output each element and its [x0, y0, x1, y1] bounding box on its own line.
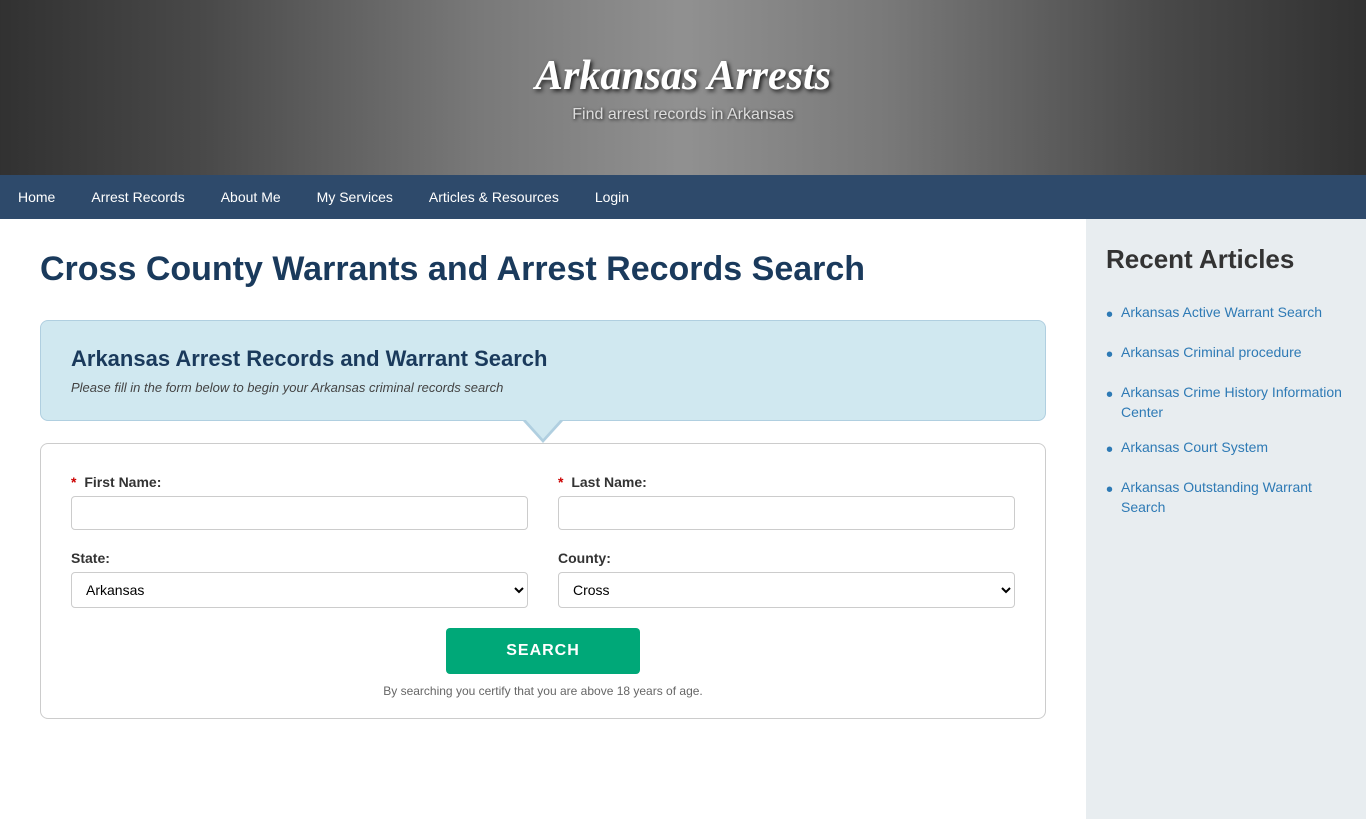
first-name-group: * First Name:: [71, 474, 528, 530]
form-card: Arkansas Arrest Records and Warrant Sear…: [40, 320, 1046, 421]
list-item: • Arkansas Outstanding Warrant Search: [1106, 478, 1346, 517]
list-item: • Arkansas Criminal procedure: [1106, 343, 1346, 367]
list-item: • Arkansas Active Warrant Search: [1106, 303, 1346, 327]
page-wrapper: Cross County Warrants and Arrest Records…: [0, 219, 1366, 819]
sidebar-articles-list: • Arkansas Active Warrant Search • Arkan…: [1106, 303, 1346, 517]
last-name-input[interactable]: [558, 496, 1015, 530]
first-name-input[interactable]: [71, 496, 528, 530]
form-card-subtitle: Please fill in the form below to begin y…: [71, 380, 1015, 395]
sidebar-link-1[interactable]: Arkansas Active Warrant Search: [1121, 303, 1322, 323]
nav-articles-resources[interactable]: Articles & Resources: [411, 175, 577, 219]
last-name-group: * Last Name:: [558, 474, 1015, 530]
sidebar-link-3[interactable]: Arkansas Crime History Information Cente…: [1121, 383, 1346, 422]
name-row: * First Name: * Last Name:: [71, 474, 1015, 530]
nav-login[interactable]: Login: [577, 175, 647, 219]
sidebar-link-4[interactable]: Arkansas Court System: [1121, 438, 1268, 458]
county-label: County:: [558, 550, 1015, 566]
form-card-title: Arkansas Arrest Records and Warrant Sear…: [71, 346, 1015, 372]
bullet-icon: •: [1106, 343, 1113, 367]
site-header: Arkansas Arrests Find arrest records in …: [0, 0, 1366, 175]
last-name-label: * Last Name:: [558, 474, 1015, 490]
state-label: State:: [71, 550, 528, 566]
nav-arrest-records[interactable]: Arrest Records: [73, 175, 202, 219]
main-nav: Home Arrest Records About Me My Services…: [0, 175, 1366, 219]
main-content: Cross County Warrants and Arrest Records…: [0, 219, 1086, 819]
sidebar-link-5[interactable]: Arkansas Outstanding Warrant Search: [1121, 478, 1346, 517]
header-content: Arkansas Arrests Find arrest records in …: [535, 52, 831, 124]
arrow-container: [40, 421, 1046, 443]
page-heading: Cross County Warrants and Arrest Records…: [40, 249, 1046, 290]
bullet-icon: •: [1106, 303, 1113, 327]
bullet-icon: •: [1106, 478, 1113, 502]
search-button[interactable]: SEARCH: [446, 628, 640, 674]
required-star-last: *: [558, 474, 563, 490]
list-item: • Arkansas Court System: [1106, 438, 1346, 462]
location-row: State: Arkansas County: Cross: [71, 550, 1015, 608]
search-form: * First Name: * Last Name: State:: [40, 443, 1046, 719]
sidebar-link-2[interactable]: Arkansas Criminal procedure: [1121, 343, 1302, 363]
state-select[interactable]: Arkansas: [71, 572, 528, 608]
arrow-down-icon: [523, 421, 563, 443]
nav-home[interactable]: Home: [0, 175, 73, 219]
bullet-icon: •: [1106, 383, 1113, 407]
required-star-first: *: [71, 474, 76, 490]
first-name-label: * First Name:: [71, 474, 528, 490]
nav-about-me[interactable]: About Me: [203, 175, 299, 219]
sidebar-title: Recent Articles: [1106, 244, 1346, 283]
form-note: By searching you certify that you are ab…: [71, 684, 1015, 698]
site-subtitle: Find arrest records in Arkansas: [535, 106, 831, 124]
nav-my-services[interactable]: My Services: [299, 175, 411, 219]
list-item: • Arkansas Crime History Information Cen…: [1106, 383, 1346, 422]
sidebar: Recent Articles • Arkansas Active Warran…: [1086, 219, 1366, 819]
state-group: State: Arkansas: [71, 550, 528, 608]
county-select[interactable]: Cross: [558, 572, 1015, 608]
site-title: Arkansas Arrests: [535, 52, 831, 100]
county-group: County: Cross: [558, 550, 1015, 608]
bullet-icon: •: [1106, 438, 1113, 462]
